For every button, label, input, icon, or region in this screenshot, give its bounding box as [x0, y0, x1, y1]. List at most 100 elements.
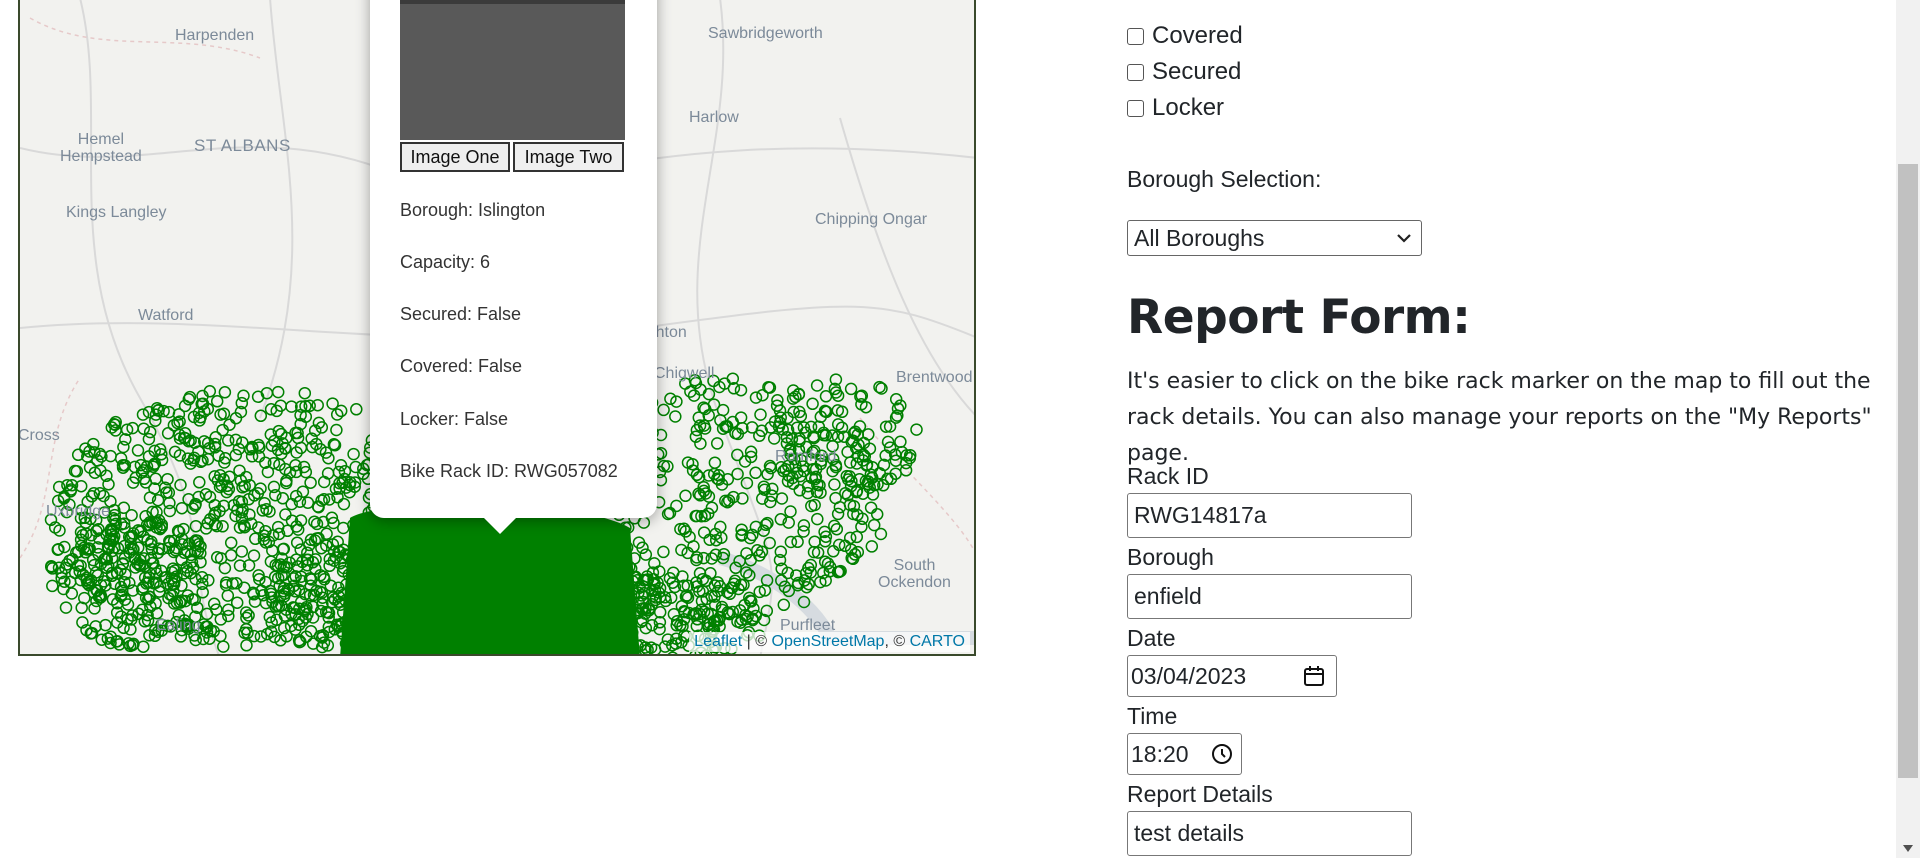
calendar-icon[interactable] — [1302, 664, 1326, 688]
bike-rack-marker[interactable] — [819, 390, 833, 403]
bike-rack-marker[interactable] — [137, 422, 150, 435]
bike-rack-marker[interactable] — [828, 519, 841, 533]
bike-rack-marker[interactable] — [910, 423, 923, 436]
clock-icon[interactable] — [1210, 742, 1234, 766]
bike-rack-marker[interactable] — [811, 512, 824, 526]
borough-field[interactable]: enfield — [1127, 574, 1412, 619]
bike-rack-marker[interactable] — [716, 403, 730, 417]
bike-rack-marker[interactable] — [862, 428, 875, 441]
bike-rack-marker[interactable] — [221, 589, 235, 602]
bike-rack-marker[interactable] — [774, 545, 788, 559]
bike-rack-marker[interactable] — [808, 535, 821, 548]
bike-rack-marker[interactable] — [667, 607, 681, 621]
bike-rack-marker[interactable] — [350, 403, 363, 416]
image-one-button[interactable]: Image One — [400, 142, 510, 172]
bike-rack-marker[interactable] — [839, 486, 852, 500]
bike-rack-marker[interactable] — [51, 543, 65, 556]
bike-rack-marker[interactable] — [734, 383, 748, 397]
bike-rack-marker[interactable] — [279, 508, 292, 521]
bike-rack-marker[interactable] — [874, 527, 888, 541]
bike-rack-marker[interactable] — [810, 379, 824, 392]
date-field[interactable]: 03/04/2023 — [1127, 655, 1337, 697]
time-field[interactable]: 18:20 — [1127, 733, 1242, 775]
bike-rack-marker[interactable] — [749, 391, 763, 404]
bike-rack-marker[interactable] — [240, 639, 253, 652]
bike-rack-marker[interactable] — [702, 409, 715, 422]
bike-rack-marker[interactable] — [708, 456, 722, 469]
bike-rack-marker[interactable] — [894, 435, 907, 449]
bike-rack-marker[interactable] — [804, 558, 818, 572]
bike-rack-marker[interactable] — [267, 480, 281, 494]
bike-rack-marker[interactable] — [844, 456, 857, 469]
bike-rack-marker[interactable] — [304, 476, 317, 489]
bike-rack-marker[interactable] — [298, 386, 312, 400]
bike-rack-marker[interactable] — [791, 535, 804, 549]
bike-rack-marker[interactable] — [754, 408, 767, 421]
locker-filter[interactable]: Locker — [1127, 94, 1224, 122]
bike-rack-marker[interactable] — [142, 432, 156, 446]
bike-rack-marker[interactable] — [59, 601, 73, 614]
bike-rack-marker[interactable] — [137, 472, 151, 486]
bike-rack-marker[interactable] — [163, 496, 176, 510]
bike-rack-marker[interactable] — [767, 432, 781, 445]
bike-rack-marker[interactable] — [330, 423, 343, 437]
bike-rack-marker[interactable] — [137, 640, 150, 653]
bike-rack-marker[interactable] — [347, 447, 360, 461]
bike-rack-marker[interactable] — [242, 609, 255, 622]
bike-rack-marker[interactable] — [193, 476, 206, 489]
bike-rack-marker[interactable] — [65, 587, 79, 600]
bike-rack-marker[interactable] — [131, 444, 145, 457]
bike-rack-marker[interactable] — [828, 478, 841, 491]
leaflet-link[interactable]: Leaflet — [694, 633, 742, 650]
bike-rack-marker[interactable] — [697, 551, 710, 565]
page-scrollbar[interactable] — [1896, 0, 1920, 858]
bike-rack-marker[interactable] — [844, 382, 858, 396]
bike-rack-marker[interactable] — [311, 398, 324, 412]
bike-rack-marker[interactable] — [247, 629, 261, 643]
bike-rack-marker[interactable] — [57, 582, 70, 596]
bike-rack-marker[interactable] — [217, 640, 230, 653]
bike-rack-marker[interactable] — [224, 549, 238, 562]
bike-rack-marker[interactable] — [657, 403, 670, 417]
bike-rack-marker[interactable] — [125, 508, 138, 522]
bike-rack-marker[interactable] — [349, 460, 362, 474]
bike-rack-marker[interactable] — [161, 427, 175, 440]
covered-checkbox[interactable] — [1127, 27, 1144, 45]
covered-filter[interactable]: Covered — [1127, 22, 1243, 50]
bike-rack-marker[interactable] — [224, 536, 238, 550]
bike-rack-marker[interactable] — [218, 561, 232, 575]
bike-rack-marker[interactable] — [290, 446, 303, 459]
bike-rack-marker[interactable] — [710, 437, 724, 450]
borough-select[interactable]: All Boroughs — [1127, 220, 1422, 256]
bike-rack-marker[interactable] — [657, 545, 670, 559]
bike-rack-marker[interactable] — [271, 385, 285, 399]
scrollbar-thumb[interactable] — [1898, 164, 1918, 778]
bike-rack-marker[interactable] — [777, 598, 791, 612]
bike-rack-marker[interactable] — [697, 526, 711, 539]
bike-rack-marker[interactable] — [675, 543, 688, 557]
secured-filter[interactable]: Secured — [1127, 58, 1241, 86]
bike-rack-marker[interactable] — [310, 517, 324, 531]
bike-rack-marker[interactable] — [175, 501, 189, 515]
bike-rack-marker[interactable] — [806, 397, 819, 411]
secured-checkbox[interactable] — [1127, 63, 1144, 81]
locker-checkbox[interactable] — [1127, 99, 1144, 117]
bike-rack-marker[interactable] — [830, 522, 844, 536]
bike-rack-marker[interactable] — [775, 492, 789, 505]
bike-rack-marker[interactable] — [637, 516, 651, 529]
bike-rack-marker[interactable] — [46, 579, 59, 593]
bike-rack-marker[interactable] — [247, 549, 261, 562]
bike-rack-marker[interactable] — [831, 507, 845, 521]
bike-rack-marker[interactable] — [669, 410, 682, 423]
bike-rack-marker[interactable] — [784, 505, 797, 518]
bike-rack-marker[interactable] — [117, 440, 130, 454]
bike-rack-marker[interactable] — [290, 536, 304, 549]
bike-rack-marker[interactable] — [639, 548, 653, 561]
bike-rack-marker[interactable] — [865, 540, 879, 553]
bike-rack-marker[interactable] — [850, 530, 864, 544]
scroll-down-arrow-icon[interactable] — [1903, 845, 1913, 852]
bike-rack-marker[interactable] — [75, 601, 88, 615]
bike-rack-marker[interactable] — [230, 596, 244, 609]
bike-rack-marker[interactable] — [749, 466, 762, 480]
report-details-field[interactable]: test details — [1127, 811, 1412, 856]
